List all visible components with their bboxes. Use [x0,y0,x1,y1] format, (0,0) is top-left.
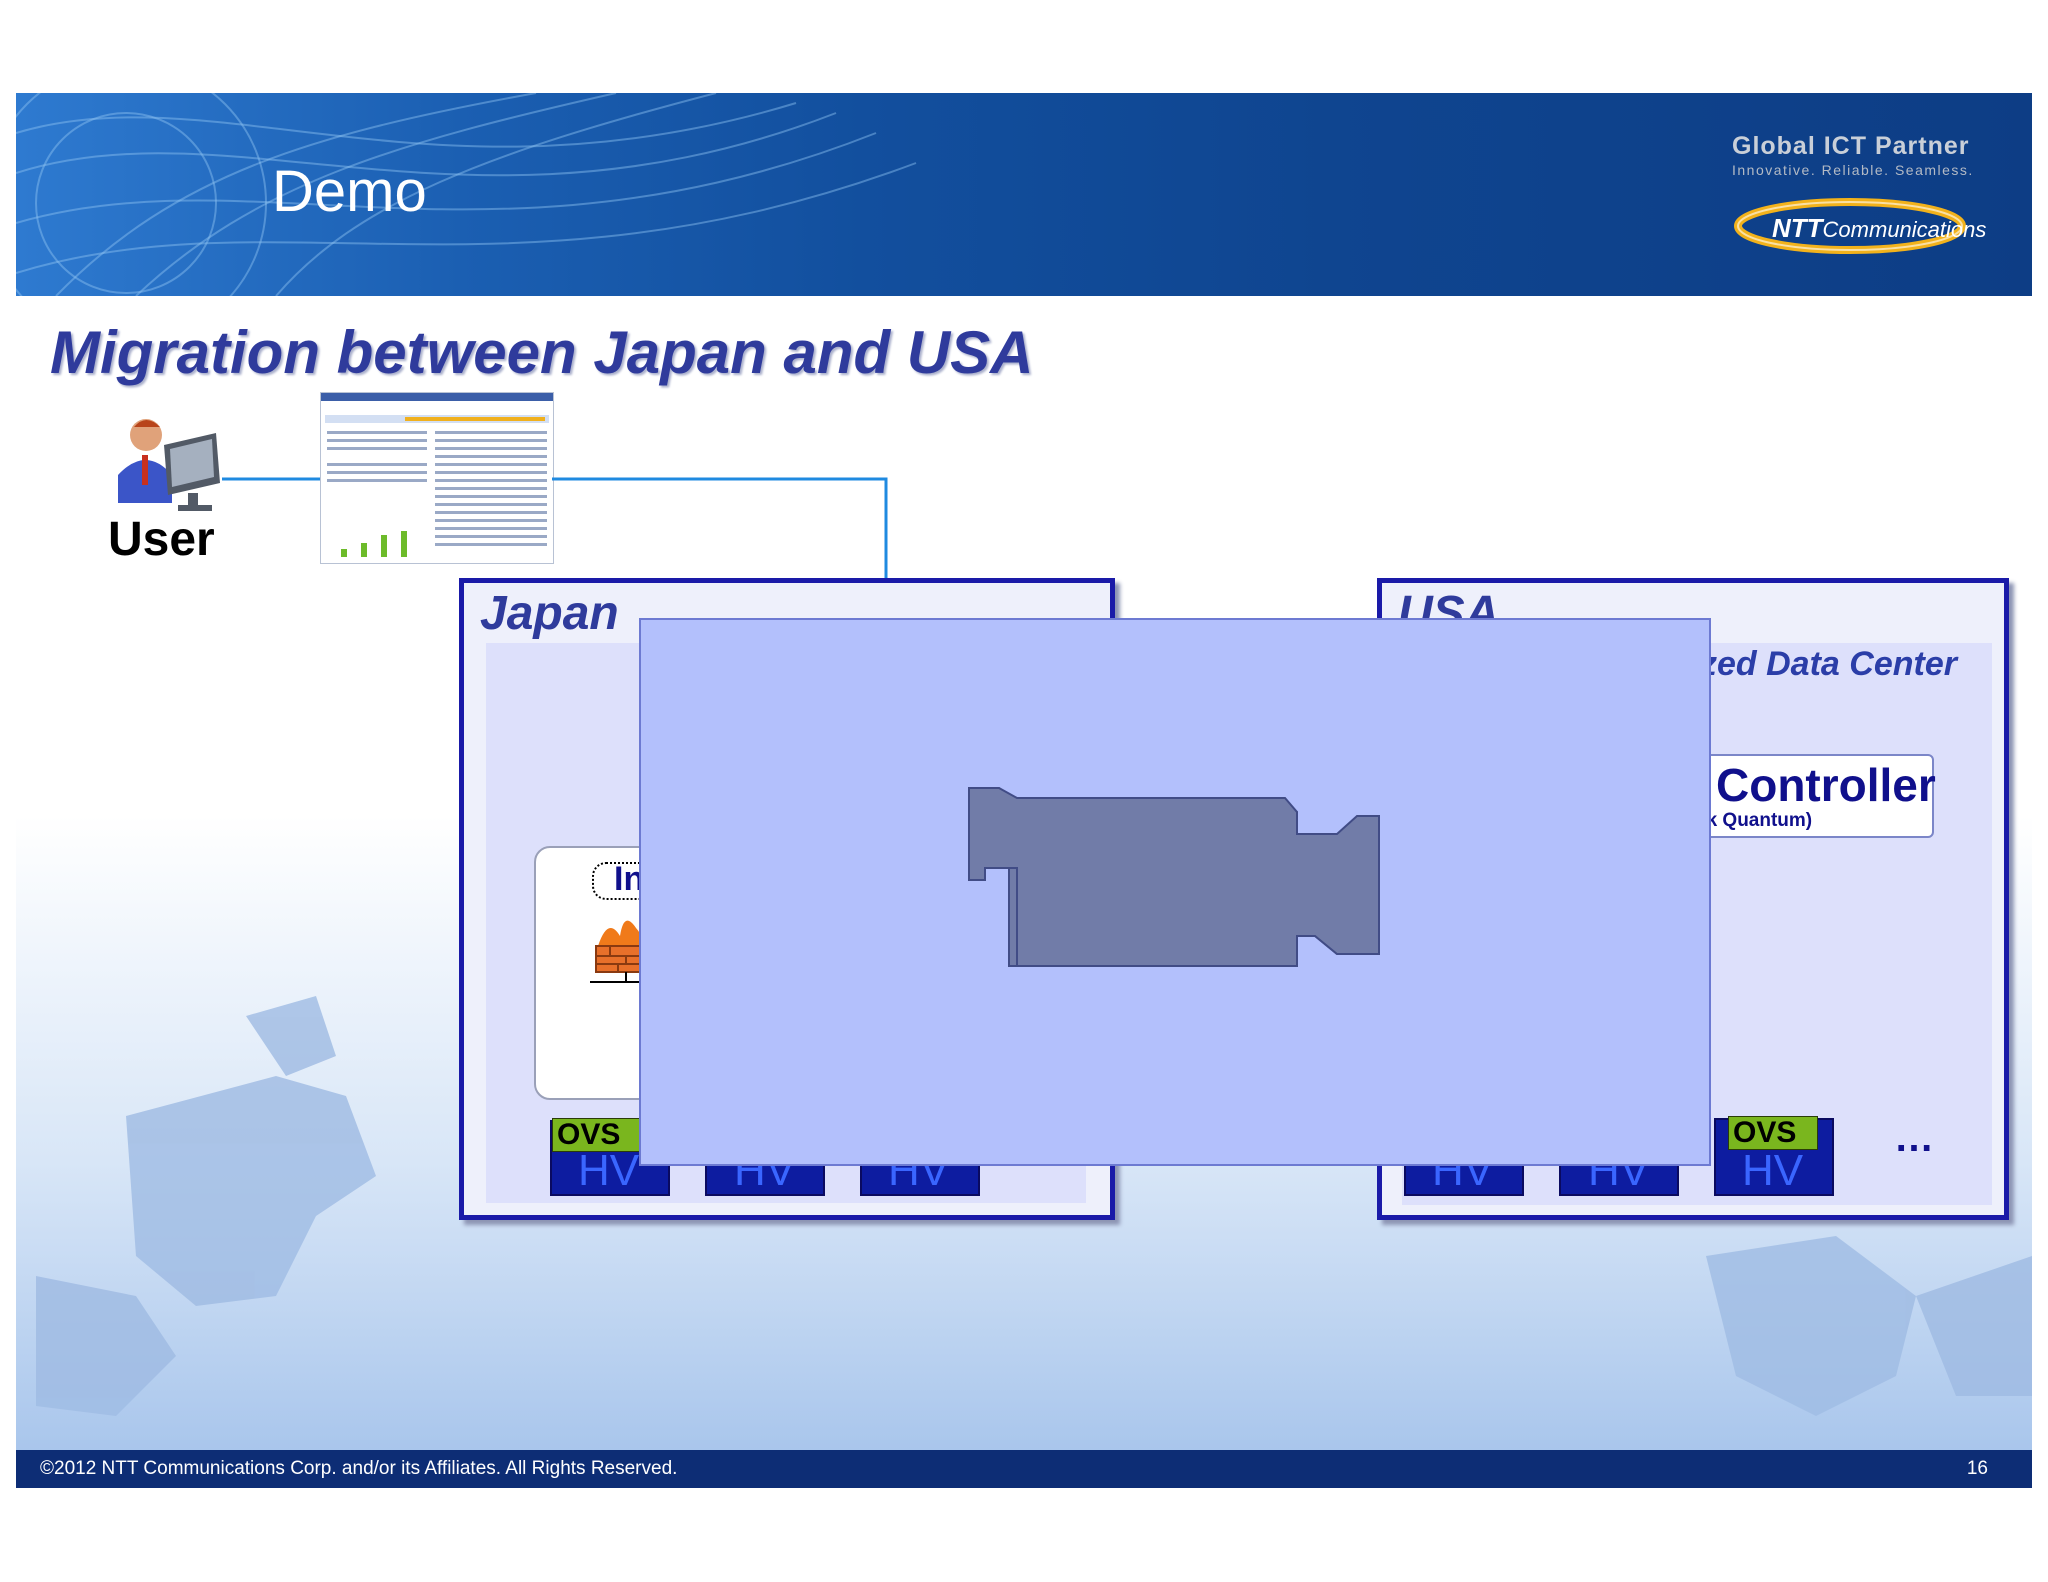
video-camera-icon [968,787,1380,967]
hypervisor-label: HV [1742,1146,1804,1195]
ovs-badge: OVS [1728,1116,1818,1150]
embedded-video-placeholder[interactable] [639,618,1711,1166]
controller-subtitle: ck Quantum) [1696,810,1813,831]
hypervisor-label: HV [578,1146,640,1195]
ovs-badge: OVS [552,1118,642,1152]
japan-label: Japan [480,587,619,640]
data-center-label: zed Data Center [1700,645,1957,683]
more-hosts-ellipsis: … [1894,1116,1936,1160]
copyright-text: ©2012 NTT Communications Corp. and/or it… [40,1458,678,1479]
controller-title: Controller [1716,759,1936,811]
page-number: 16 [1966,1458,1988,1479]
slide-footer: ©2012 NTT Communications Corp. and/or it… [16,1450,2032,1488]
